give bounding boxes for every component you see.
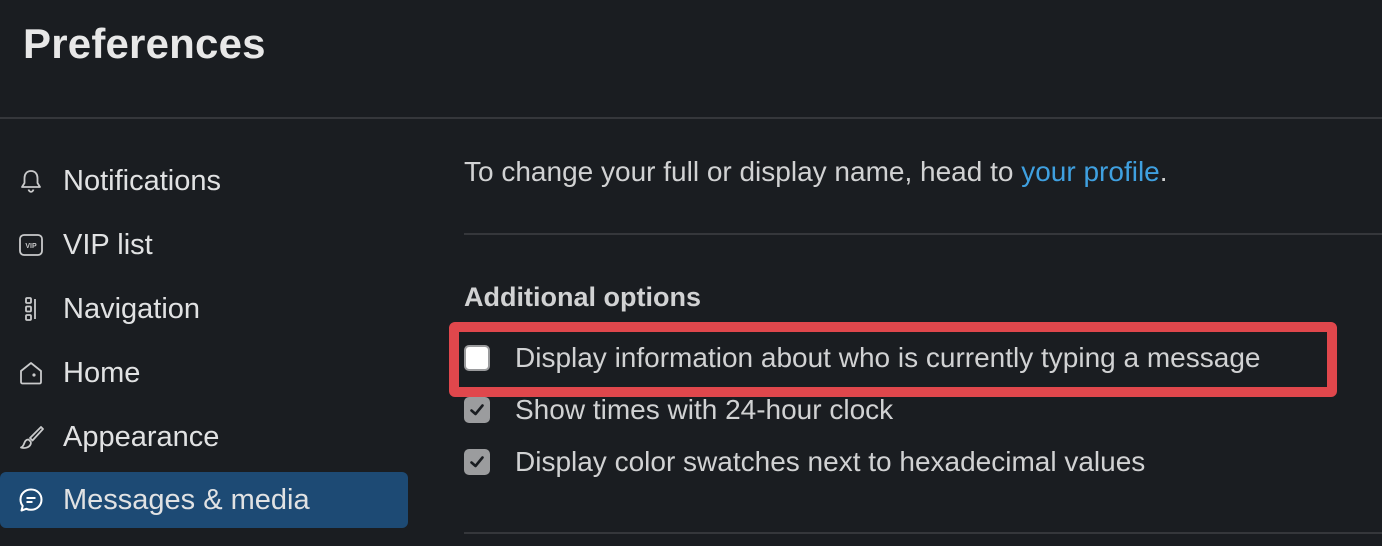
sidebar-item-navigation[interactable]: Navigation: [0, 281, 408, 337]
typing-indicator-checkbox[interactable]: [464, 345, 490, 371]
sidebar-item-label: Appearance: [63, 420, 220, 453]
profile-hint: To change your full or display name, hea…: [464, 156, 1168, 188]
sidebar-item-notifications[interactable]: Notifications: [0, 153, 408, 209]
divider: [464, 233, 1382, 235]
sidebar-item-label: Navigation: [63, 292, 201, 325]
option-label: Display information about who is current…: [515, 342, 1261, 373]
page-title: Preferences: [23, 20, 266, 67]
sidebar-item-label: Notifications: [63, 164, 221, 197]
24-hour-clock-checkbox[interactable]: [464, 397, 490, 423]
sidebar-item-label: Home: [63, 356, 141, 389]
header: Preferences: [0, 0, 1382, 119]
sidebar-item-appearance[interactable]: Appearance: [0, 409, 408, 465]
message-icon: [16, 485, 46, 515]
option-24-hour-clock[interactable]: Show times with 24-hour clock: [464, 390, 1364, 430]
checkmark-icon: [470, 456, 484, 468]
color-swatches-checkbox[interactable]: [464, 449, 490, 475]
sidebar-item-label: VIP list: [63, 228, 153, 261]
sidebar-item-label: Messages & media: [63, 483, 310, 516]
sidebar-item-home[interactable]: Home: [0, 345, 408, 401]
home-icon: [16, 358, 46, 388]
divider: [464, 532, 1382, 534]
your-profile-link[interactable]: your profile: [1021, 156, 1160, 187]
navigation-icon: [16, 294, 46, 324]
paintbrush-icon: [16, 422, 46, 452]
checkmark-icon: [470, 404, 484, 416]
option-label: Show times with 24-hour clock: [515, 394, 894, 425]
option-color-swatches[interactable]: Display color swatches next to hexadecim…: [464, 442, 1364, 482]
section-title: Additional options: [464, 282, 701, 312]
option-label: Display color swatches next to hexadecim…: [515, 446, 1146, 477]
svg-text:VIP: VIP: [25, 243, 37, 250]
option-typing-indicator[interactable]: Display information about who is current…: [464, 338, 1364, 378]
bell-icon: [16, 166, 46, 196]
vip-icon: VIP: [16, 230, 46, 260]
profile-hint-suffix: .: [1159, 156, 1168, 187]
profile-hint-text: To change your full or display name, hea…: [464, 156, 1022, 187]
sidebar-item-messages-media[interactable]: Messages & media: [0, 472, 408, 528]
sidebar-item-vip-list[interactable]: VIP VIP list: [0, 217, 408, 273]
